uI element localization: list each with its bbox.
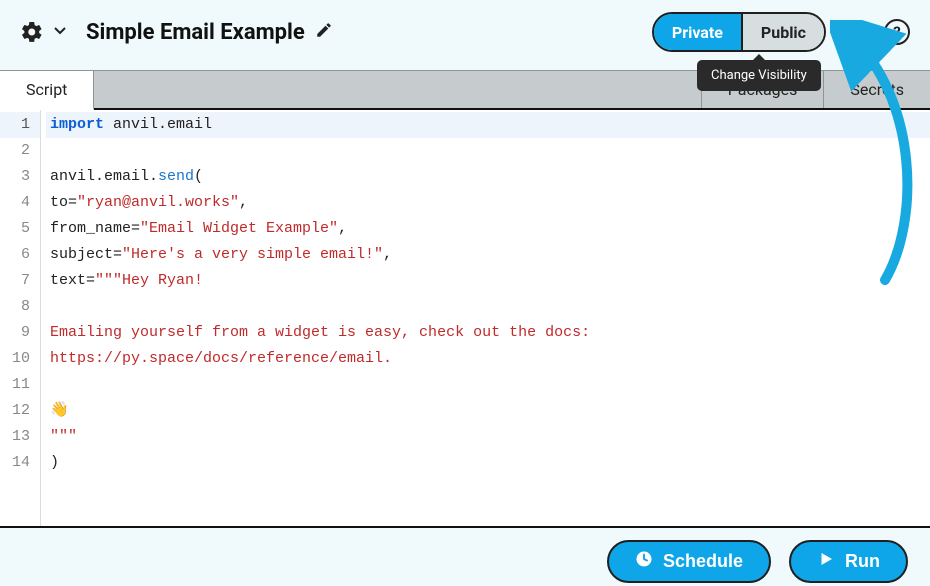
code-line[interactable]: 👋 [46,398,930,424]
chevron-down-icon[interactable] [52,22,68,42]
code-line[interactable]: to="ryan@anvil.works", [46,190,930,216]
code-line[interactable] [46,138,930,164]
line-number: 6 [0,242,40,268]
line-number: 8 [0,294,40,320]
footer-bar: Schedule Run [0,528,930,586]
visibility-toggle: Private Public [652,12,826,52]
project-title: Simple Email Example [86,20,305,45]
line-number: 7 [0,268,40,294]
line-number: 1 [0,112,40,138]
tab-secrets[interactable]: Secrets [823,71,930,108]
line-number: 14 [0,450,40,476]
code-editor[interactable]: 1234567891011121314 import anvil.email a… [0,110,930,528]
code-line[interactable]: """ [46,424,930,450]
help-icon[interactable]: ? [884,19,910,45]
tab-script[interactable]: Script [0,71,94,110]
line-number: 3 [0,164,40,190]
play-icon [817,550,835,573]
line-number: 9 [0,320,40,346]
visibility-tooltip: Change Visibility [697,60,821,91]
schedule-label: Schedule [663,551,743,572]
code-line[interactable]: https://py.space/docs/reference/email. [46,346,930,372]
visibility-private-button[interactable]: Private [654,14,743,50]
line-number: 11 [0,372,40,398]
line-number: 4 [0,190,40,216]
code-line[interactable]: import anvil.email [46,112,930,138]
settings-icon[interactable] [20,20,44,44]
schedule-button[interactable]: Schedule [607,540,771,583]
code-line[interactable]: Emailing yourself from a widget is easy,… [46,320,930,346]
code-area[interactable]: import anvil.email anvil.email.send(to="… [46,110,930,526]
line-number: 10 [0,346,40,372]
share-icon[interactable] [842,19,868,45]
code-line[interactable] [46,372,930,398]
clock-icon [635,550,653,573]
pencil-icon[interactable] [315,21,333,43]
visibility-public-button[interactable]: Public [743,14,824,50]
line-number: 5 [0,216,40,242]
line-number: 12 [0,398,40,424]
run-button[interactable]: Run [789,540,908,583]
line-number: 13 [0,424,40,450]
line-number: 2 [0,138,40,164]
code-line[interactable]: ) [46,450,930,476]
code-line[interactable] [46,294,930,320]
line-gutter: 1234567891011121314 [0,110,40,526]
header-bar: Simple Email Example Private Public ? Ch… [0,0,930,64]
code-line[interactable]: text="""Hey Ryan! [46,268,930,294]
code-line[interactable]: anvil.email.send( [46,164,930,190]
code-line[interactable]: subject="Here's a very simple email!", [46,242,930,268]
run-label: Run [845,551,880,572]
code-line[interactable]: from_name="Email Widget Example", [46,216,930,242]
